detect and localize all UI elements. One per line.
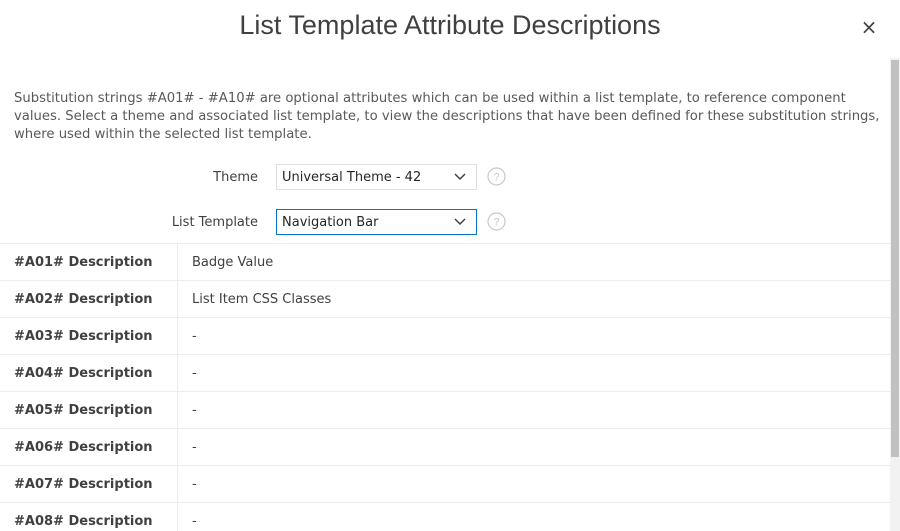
row-header-label: #A04# Description: [14, 366, 153, 381]
row-value: -: [192, 403, 197, 418]
theme-select-value: Universal Theme - 42: [282, 170, 422, 185]
scrollbar-thumb[interactable]: [891, 60, 899, 457]
row-value: -: [192, 329, 197, 344]
row-value: List Item CSS Classes: [192, 292, 332, 307]
chevron-down-icon: [454, 173, 466, 181]
list-template-select-value: Navigation Bar: [282, 215, 379, 230]
row-header: #A05# Description: [0, 392, 178, 428]
row-header-label: #A03# Description: [14, 329, 153, 344]
table-row: #A05# Description -: [0, 391, 890, 428]
row-value: -: [192, 477, 197, 492]
table-row: #A07# Description -: [0, 465, 890, 502]
row-header-label: #A01# Description: [14, 255, 153, 270]
table-row: #A08# Description -: [0, 502, 890, 531]
row-header-label: #A08# Description: [14, 514, 153, 529]
chevron-down-icon: [454, 218, 466, 226]
row-value: Badge Value: [192, 255, 274, 270]
help-icon[interactable]: ?: [487, 167, 506, 186]
row-header: #A01# Description: [0, 244, 178, 280]
table-row: #A06# Description -: [0, 428, 890, 465]
help-description: Substitution strings #A01# - #A10# are o…: [14, 91, 880, 142]
row-value: -: [192, 514, 197, 529]
row-header: #A04# Description: [0, 355, 178, 391]
list-template-label: List Template: [171, 215, 258, 230]
row-header: #A03# Description: [0, 318, 178, 354]
row-header-label: #A02# Description: [14, 292, 153, 307]
row-header: #A07# Description: [0, 466, 178, 502]
list-template-field: List Template Navigation Bar ?: [0, 209, 890, 237]
row-header: #A06# Description: [0, 429, 178, 465]
row-value: -: [192, 366, 197, 381]
row-header: #A08# Description: [0, 503, 178, 531]
list-template-select[interactable]: Navigation Bar: [276, 209, 477, 235]
table-row: #A03# Description -: [0, 317, 890, 354]
row-value: -: [192, 440, 197, 455]
table-row: #A01# Description Badge Value: [0, 243, 890, 280]
dialog-title: List Template Attribute Descriptions: [239, 10, 661, 40]
row-header-label: #A06# Description: [14, 440, 153, 455]
attribute-descriptions-table: #A01# Description Badge Value #A02# Desc…: [0, 243, 890, 531]
dialog-body: Substitution strings #A01# - #A10# are o…: [0, 58, 890, 531]
table-row: #A04# Description -: [0, 354, 890, 391]
theme-field: Theme Universal Theme - 42 ?: [0, 164, 890, 192]
help-icon[interactable]: ?: [487, 212, 506, 231]
dialog: List Template Attribute Descriptions × S…: [0, 0, 900, 531]
theme-select[interactable]: Universal Theme - 42: [276, 164, 477, 190]
close-icon[interactable]: ×: [858, 16, 880, 38]
table-row: #A02# Description List Item CSS Classes: [0, 280, 890, 317]
row-header-label: #A07# Description: [14, 477, 153, 492]
row-header: #A02# Description: [0, 281, 178, 317]
dialog-titlebar: List Template Attribute Descriptions ×: [0, 0, 900, 56]
theme-label: Theme: [213, 170, 258, 185]
svg-text:?: ?: [493, 217, 499, 229]
svg-text:?: ?: [493, 172, 499, 184]
row-header-label: #A05# Description: [14, 403, 153, 418]
